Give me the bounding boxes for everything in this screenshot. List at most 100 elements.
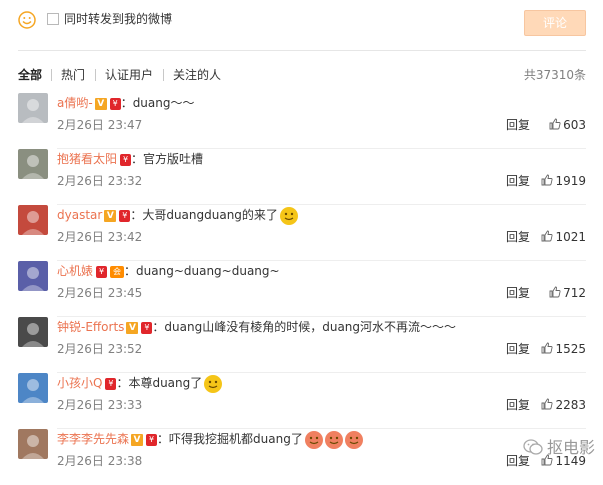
comment-item: dyastar V ¥ ：大哥duangduang的来了 2月26日 23:42 回复 10… (0, 205, 603, 261)
like-button[interactable]: 1021 (541, 229, 586, 245)
comment-text: ：duang~duang~duang~ (124, 264, 280, 278)
comment-total-count: 共37310条 (523, 68, 586, 82)
comment-timestamp: 2月26日 23:42 (57, 230, 143, 244)
emoji-icon (204, 374, 223, 393)
filter-following[interactable]: 关注的人 (173, 64, 221, 86)
comment-line: dyastar V ¥ ：大哥duangduang的来了 (57, 206, 298, 225)
avatar[interactable] (18, 261, 48, 291)
reply-button[interactable]: 回复 (506, 341, 530, 357)
reply-button[interactable]: 回复 (506, 285, 530, 301)
comment-item: 小孩小Q ¥ ：本尊duang了 2月26日 23:33 回复 2283 (0, 373, 603, 429)
filter-verified[interactable]: 认证用户 (105, 64, 153, 86)
like-button[interactable]: 2283 (541, 397, 586, 413)
comment-timestamp: 2月26日 23:45 (57, 286, 143, 300)
watermark-text: 抠电影 (546, 438, 595, 457)
like-count: 1021 (555, 230, 586, 244)
red-envelope-badge-icon[interactable]: ¥ (109, 97, 121, 110)
red-envelope-badge-icon[interactable]: ¥ (105, 377, 117, 390)
comment-line: 抱猪看太阳 ¥ ：官方版吐槽 (57, 150, 203, 168)
filter-separator (163, 69, 164, 81)
comment-item: 李李李先先森 V ¥ ：吓得我挖掘机都duang了 2月26日 23:38 回复 1149 (0, 429, 603, 485)
like-button[interactable]: 1525 (541, 341, 586, 357)
avatar[interactable] (18, 205, 48, 235)
wechat-icon (523, 439, 543, 455)
filter-hot[interactable]: 热门 (61, 64, 85, 86)
comment-text: ：duang山峰没有棱角的时候，duang河水不再流～～～ (152, 320, 457, 334)
smiley-face-icon[interactable] (18, 11, 36, 29)
avatar[interactable] (18, 149, 48, 179)
divider (18, 50, 586, 51)
filter-separator (95, 69, 96, 81)
username-link[interactable]: 心机婊 (57, 264, 93, 278)
avatar[interactable] (18, 429, 48, 459)
reply-button[interactable]: 回复 (506, 397, 530, 413)
comment-text: ：大哥duangduang的来了 (130, 208, 278, 222)
avatar[interactable] (18, 373, 48, 403)
verified-badge-icon[interactable]: V (126, 321, 139, 334)
filter-separator (51, 69, 52, 81)
thumbs-up-icon (549, 286, 561, 298)
red-envelope-badge-icon[interactable]: ¥ (120, 153, 132, 166)
thumbs-up-icon (549, 118, 561, 130)
like-count: 1919 (555, 174, 586, 188)
comment-text: ：官方版吐槽 (131, 152, 204, 166)
submit-comment-button[interactable]: 评论 (524, 10, 586, 36)
comment-item: a倩哟- V ¥ ：duang～～ 2月26日 23:47 回复 603 (0, 93, 603, 149)
comment-item: 心机婊 ¥ 会：duang~duang~duang~ 2月26日 23:45 回复 712 (0, 261, 603, 317)
repost-checkbox[interactable] (47, 13, 59, 25)
comment-line: 钟锐-Efforts V ¥ ：duang山峰没有棱角的时候，duang河水不再流～～… (57, 318, 456, 336)
watermark: 抠电影 (523, 434, 595, 458)
comment-line: a倩哟- V ¥ ：duang～～ (57, 94, 195, 112)
reply-button[interactable]: 回复 (506, 229, 530, 245)
thumbs-up-icon (542, 230, 553, 242)
red-envelope-badge-icon[interactable]: ¥ (141, 321, 153, 334)
like-count: 603 (563, 118, 586, 132)
emoji-icon (279, 206, 298, 225)
comment-timestamp: 2月26日 23:52 (57, 342, 143, 356)
comment-line: 心机婊 ¥ 会：duang~duang~duang~ (57, 262, 280, 280)
comment-line: 李李李先先森 V ¥ ：吓得我挖掘机都duang了 (57, 430, 363, 449)
comment-timestamp: 2月26日 23:32 (57, 174, 143, 188)
emoji-icon (324, 430, 343, 449)
filter-all[interactable]: 全部 (18, 64, 42, 86)
verified-badge-icon[interactable]: V (94, 97, 107, 110)
comment-filter-bar: 全部 热门 认证用户 关注的人 共37310条 (0, 64, 603, 86)
username-link[interactable]: a倩哟- (57, 96, 93, 110)
red-envelope-badge-icon[interactable]: ¥ (146, 433, 158, 446)
comment-line: 小孩小Q ¥ ：本尊duang了 (57, 374, 223, 393)
red-envelope-badge-icon[interactable]: ¥ (96, 265, 108, 278)
like-count: 712 (563, 286, 586, 300)
comment-timestamp: 2月26日 23:47 (57, 118, 143, 132)
verified-badge-icon[interactable]: V (104, 209, 117, 222)
comment-item: 钟锐-Efforts V ¥ ：duang山峰没有棱角的时候，duang河水不再流～～… (0, 317, 603, 373)
verified-badge-icon[interactable]: V (131, 433, 144, 446)
like-count: 2283 (555, 398, 586, 412)
like-button[interactable]: 1919 (541, 173, 586, 189)
username-link[interactable]: dyastar (57, 208, 102, 222)
repost-label: 同时转发到我的微博 (64, 12, 173, 26)
comment-text: ：本尊duang了 (116, 376, 203, 390)
comment-text: ：duang～～ (120, 96, 195, 110)
thumbs-up-icon (542, 398, 553, 410)
username-link[interactable]: 钟锐-Efforts (57, 320, 124, 334)
username-link[interactable]: 抱猪看太阳 (57, 152, 117, 166)
comment-composer: 同时转发到我的微博 评论 (0, 0, 603, 50)
comment-timestamp: 2月26日 23:38 (57, 454, 143, 468)
avatar[interactable] (18, 317, 48, 347)
emoji-icon (344, 430, 363, 449)
emoji-icon (304, 430, 323, 449)
like-button[interactable]: 712 (549, 285, 586, 301)
username-link[interactable]: 小孩小Q (57, 376, 102, 390)
member-badge-icon[interactable]: 会 (110, 265, 125, 278)
like-count: 1525 (555, 342, 586, 356)
like-button[interactable]: 603 (549, 117, 586, 133)
comment-item: 抱猪看太阳 ¥ ：官方版吐槽 2月26日 23:32 回复 1919 (0, 149, 603, 205)
thumbs-up-icon (542, 174, 553, 186)
reply-button[interactable]: 回复 (506, 117, 530, 133)
thumbs-up-icon (542, 342, 553, 354)
red-envelope-badge-icon[interactable]: ¥ (119, 209, 131, 222)
comment-text: ：吓得我挖掘机都duang了 (157, 432, 303, 446)
avatar[interactable] (18, 93, 48, 123)
username-link[interactable]: 李李李先先森 (57, 432, 129, 446)
reply-button[interactable]: 回复 (506, 173, 530, 189)
